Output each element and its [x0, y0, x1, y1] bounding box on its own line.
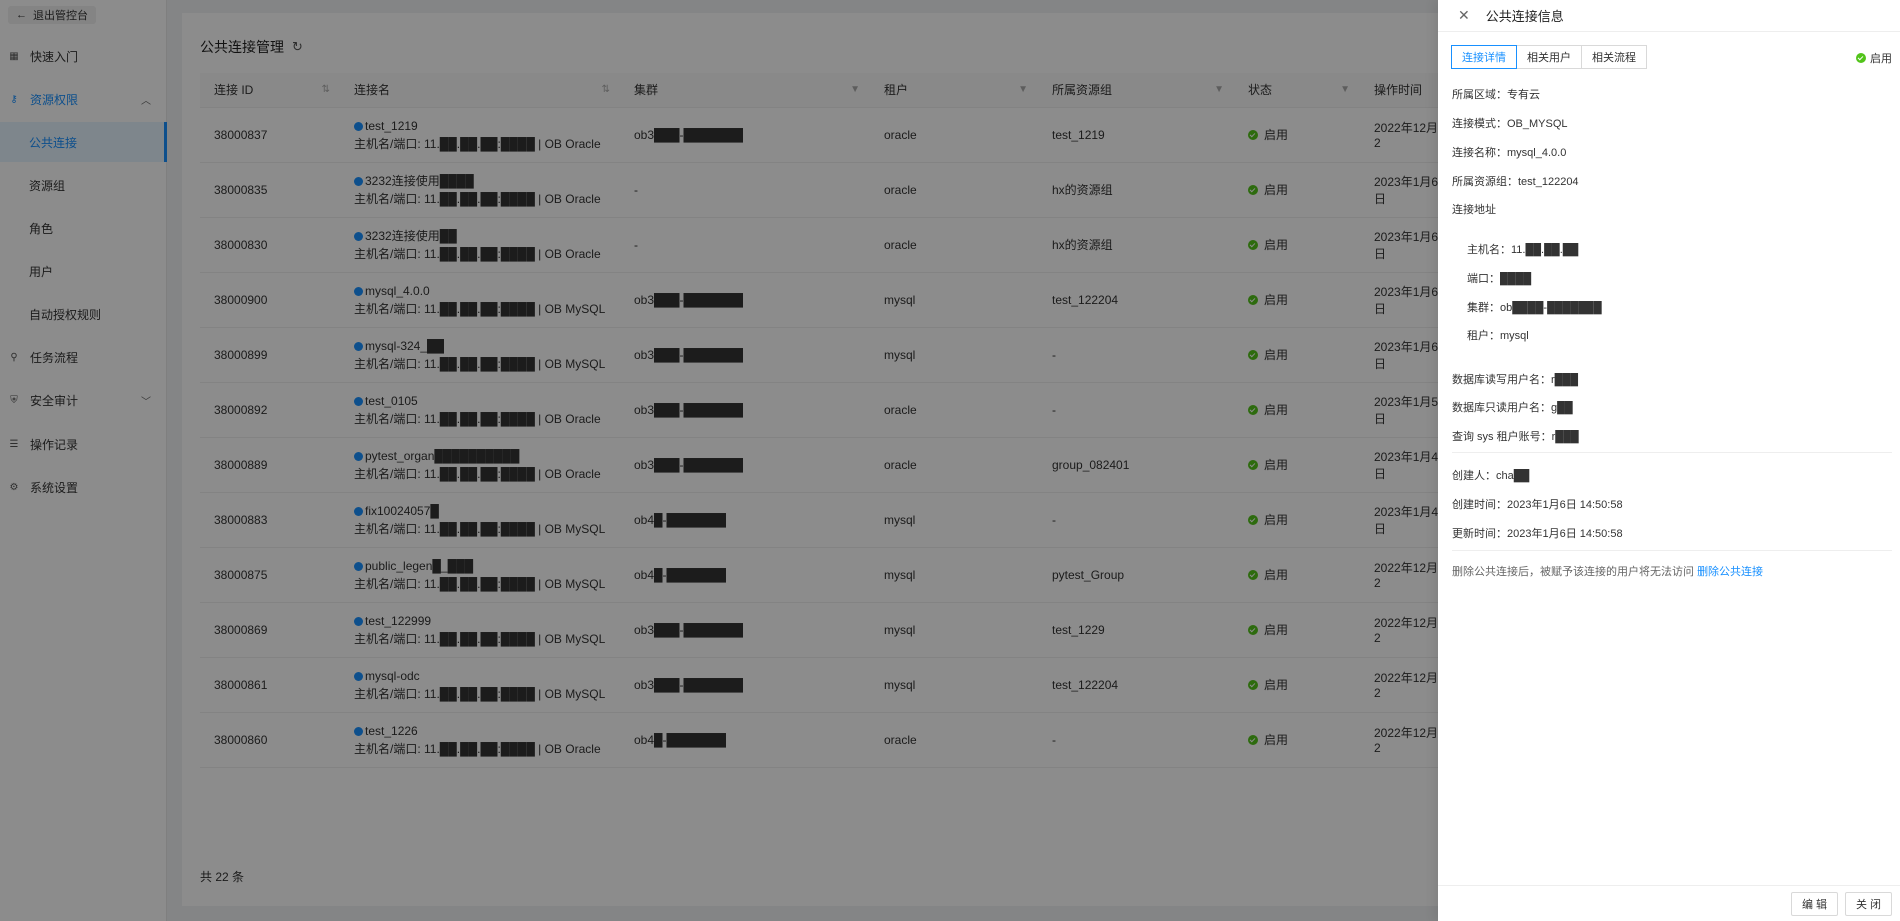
field-creator: 创建人：cha██: [1452, 470, 1530, 482]
field-region: 所属区域：专有云: [1452, 89, 1540, 101]
close-icon[interactable]: ✕: [1458, 7, 1470, 24]
delete-note: 删除公共连接后，被赋予该连接的用户将无法访问 删除公共连接: [1452, 563, 1763, 579]
drawer-title: 公共连接信息: [1485, 9, 1564, 24]
modal-mask[interactable]: [0, 0, 1438, 921]
edit-button[interactable]: 编 辑: [1791, 892, 1839, 916]
delete-connection-link[interactable]: 删除公共连接: [1697, 566, 1763, 578]
drawer-footer: 编 辑 关 闭: [1438, 885, 1900, 921]
drawer-header: ✕ 公共连接信息: [1438, 0, 1900, 32]
field-tenant: 租户：mysql: [1467, 330, 1529, 342]
field-sys-user: 查询 sys 租户账号：r███: [1452, 431, 1579, 443]
field-mode: 连接模式：OB_MYSQL: [1452, 118, 1568, 130]
field-ro-user: 数据库只读用户名：g██: [1452, 402, 1573, 414]
field-address-title: 连接地址: [1452, 204, 1496, 216]
field-cluster: 集群：ob████-███████: [1467, 302, 1602, 314]
field-rw-user: 数据库读写用户名：r███: [1452, 374, 1579, 386]
close-button[interactable]: 关 闭: [1845, 892, 1893, 916]
check-circle-icon: [1856, 53, 1866, 63]
divider: [1452, 452, 1892, 453]
status-badge: 启用: [1856, 50, 1892, 66]
field-group: 所属资源组：test_122204: [1452, 176, 1579, 188]
field-name: 连接名称：mysql_4.0.0: [1452, 147, 1567, 159]
tab-connection-details[interactable]: 连接详情: [1451, 45, 1517, 69]
field-updated-time: 更新时间：2023年1月6日 14:50:58: [1452, 528, 1623, 540]
connection-info-drawer: ✕ 公共连接信息 连接详情 相关用户 相关流程 启用 所属区域：专有云 连接模式…: [1438, 0, 1900, 921]
delete-note-text: 删除公共连接后，被赋予该连接的用户将无法访问: [1452, 566, 1694, 578]
tab-related-flows[interactable]: 相关流程: [1581, 45, 1647, 69]
drawer-tabs: 连接详情 相关用户 相关流程: [1451, 45, 1647, 69]
tab-related-users[interactable]: 相关用户: [1516, 45, 1582, 69]
field-port: 端口：████: [1467, 273, 1532, 285]
field-created-time: 创建时间：2023年1月6日 14:50:58: [1452, 499, 1623, 511]
field-host: 主机名：11.██.██.██: [1467, 244, 1579, 256]
status-label: 启用: [1870, 53, 1892, 65]
divider: [1452, 550, 1892, 551]
